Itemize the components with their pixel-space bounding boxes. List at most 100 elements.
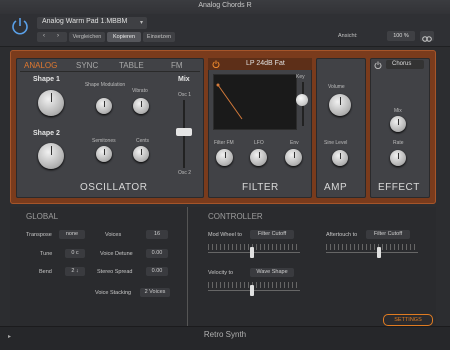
transpose-label: Transpose	[26, 232, 52, 238]
voices-field[interactable]: 16	[146, 230, 168, 239]
plugin-name: Retro Synth	[203, 330, 247, 339]
chevron-down-icon: ▾	[139, 20, 143, 26]
mod-wheel-target[interactable]: Filter Cutoff	[250, 230, 294, 239]
aftertouch-slider-thumb[interactable]	[377, 247, 381, 258]
tune-field[interactable]: 0 c	[65, 249, 85, 258]
tab-analog[interactable]: ANALOG	[24, 61, 57, 70]
sine-level-label: Sine Level	[324, 140, 348, 146]
paste-button[interactable]: Einsetzen	[143, 32, 175, 42]
view-label: Ansicht:	[338, 33, 358, 39]
shape1-knob[interactable]	[38, 90, 64, 116]
settings-button[interactable]: SETTINGS	[383, 314, 433, 326]
rate-label: Rate	[393, 140, 404, 146]
mod-wheel-slider[interactable]	[208, 252, 300, 253]
global-title: GLOBAL	[26, 212, 59, 221]
lfo-label: LFO	[254, 140, 264, 146]
velocity-slider[interactable]	[208, 290, 300, 291]
tab-sync[interactable]: SYNC	[76, 61, 98, 70]
filter-fm-label: Filter FM	[214, 140, 234, 146]
mod-wheel-label: Mod Wheel to	[208, 232, 242, 238]
footer-bar: ▸ Retro Synth	[0, 326, 450, 350]
preset-selector[interactable]: Analog Warm Pad 1.MBBM ▾	[37, 17, 147, 29]
shape-mod-knob[interactable]	[96, 98, 112, 114]
copy-button[interactable]: Kopieren	[107, 32, 141, 42]
oscillator-section-title: OSCILLATOR	[80, 182, 148, 193]
power-icon[interactable]	[10, 16, 30, 36]
vibrato-label: Vibrato	[132, 88, 148, 94]
controller-title: CONTROLLER	[208, 212, 263, 221]
voice-detune-field[interactable]: 0.00	[146, 249, 168, 258]
effect-mix-label: Mix	[394, 108, 402, 114]
aftertouch-scale	[326, 244, 418, 250]
semitones-knob[interactable]	[96, 146, 112, 162]
voice-stacking-field[interactable]: 2 Voices	[140, 288, 170, 297]
plugin-window: Analog Chords R Analog Warm Pad 1.MBBM ▾…	[0, 0, 450, 350]
key-label: Key	[296, 74, 305, 80]
rate-knob[interactable]	[390, 150, 406, 166]
stereo-spread-field[interactable]: 0.00	[146, 267, 168, 276]
zoom-select[interactable]: 100 %	[387, 31, 415, 41]
osc2-label: Osc 2	[178, 170, 192, 176]
filter-display[interactable]	[213, 74, 297, 130]
osc1-label: Osc 1	[178, 92, 192, 98]
effect-section-title: EFFECT	[378, 182, 420, 193]
mod-wheel-scale	[208, 244, 300, 250]
vibrato-knob[interactable]	[133, 98, 149, 114]
filter-lfo-knob[interactable]	[250, 149, 267, 166]
velocity-slider-thumb[interactable]	[250, 285, 254, 296]
effect-type-select[interactable]: Chorus	[386, 60, 424, 69]
volume-label: Volume	[328, 84, 345, 90]
filter-panel: LP 24dB Fat Key Filter FM LFO Env FILTER	[208, 58, 312, 198]
mix-slider-thumb[interactable]	[176, 128, 192, 136]
amp-panel: Volume Sine Level AMP	[316, 58, 366, 198]
section-divider	[187, 207, 188, 332]
filter-type[interactable]: LP 24dB Fat	[246, 60, 285, 67]
effect-power-icon[interactable]	[374, 61, 382, 69]
amp-section-title: AMP	[324, 182, 348, 193]
sine-level-knob[interactable]	[332, 150, 348, 166]
velocity-label: Velocity to	[208, 270, 234, 276]
key-slider-thumb[interactable]	[296, 94, 308, 106]
next-preset-icon[interactable]: ›	[57, 33, 59, 39]
effect-panel: Chorus Mix Rate EFFECT	[370, 58, 430, 198]
filter-power-icon[interactable]	[212, 60, 220, 68]
aftertouch-target[interactable]: Filter Cutoff	[366, 230, 410, 239]
transpose-field[interactable]: none	[59, 230, 85, 239]
window-title: Analog Chords R	[198, 2, 252, 9]
compare-button[interactable]: Vergleichen	[69, 32, 105, 42]
oscillator-panel: ANALOG SYNC TABLE FM Shape 1 Shape 2 Sha…	[16, 58, 204, 198]
filter-env-knob[interactable]	[285, 149, 302, 166]
volume-knob[interactable]	[329, 94, 351, 116]
preset-name: Analog Warm Pad 1.MBBM	[42, 18, 128, 25]
preset-nav[interactable]: ‹ ›	[37, 32, 67, 42]
aftertouch-slider[interactable]	[326, 252, 418, 253]
tune-label: Tune	[40, 251, 53, 257]
semitones-label: Semitones	[92, 138, 116, 144]
effect-type: Chorus	[392, 61, 412, 67]
bend-field[interactable]: 2 ↓	[65, 267, 85, 276]
title-bar: Analog Chords R	[0, 0, 450, 14]
shape2-knob[interactable]	[38, 143, 64, 169]
shape1-label: Shape 1	[33, 76, 60, 83]
env-label: Env	[290, 140, 299, 146]
bend-label: Bend	[39, 269, 52, 275]
cents-label: Cents	[136, 138, 150, 144]
velocity-target[interactable]: Wave Shape	[250, 268, 294, 277]
tab-divider	[20, 71, 200, 72]
filter-section-title: FILTER	[242, 182, 279, 193]
effect-mix-knob[interactable]	[390, 116, 406, 132]
mod-wheel-slider-thumb[interactable]	[250, 247, 254, 258]
voice-stacking-label: Voice Stacking	[95, 290, 132, 296]
tab-table[interactable]: TABLE	[119, 61, 144, 70]
shape2-label: Shape 2	[33, 130, 60, 137]
aftertouch-label: Aftertouch to	[326, 232, 358, 238]
tab-fm[interactable]: FM	[171, 61, 183, 70]
cents-knob[interactable]	[133, 146, 149, 162]
velocity-scale	[208, 282, 300, 288]
filter-fm-knob[interactable]	[216, 149, 233, 166]
link-icon[interactable]	[420, 31, 434, 42]
prev-preset-icon[interactable]: ‹	[43, 33, 45, 39]
stereo-spread-label: Stereo Spread	[97, 269, 133, 275]
voices-label: Voices	[105, 232, 122, 238]
shape-mod-label: Shape Modulation	[84, 82, 126, 88]
